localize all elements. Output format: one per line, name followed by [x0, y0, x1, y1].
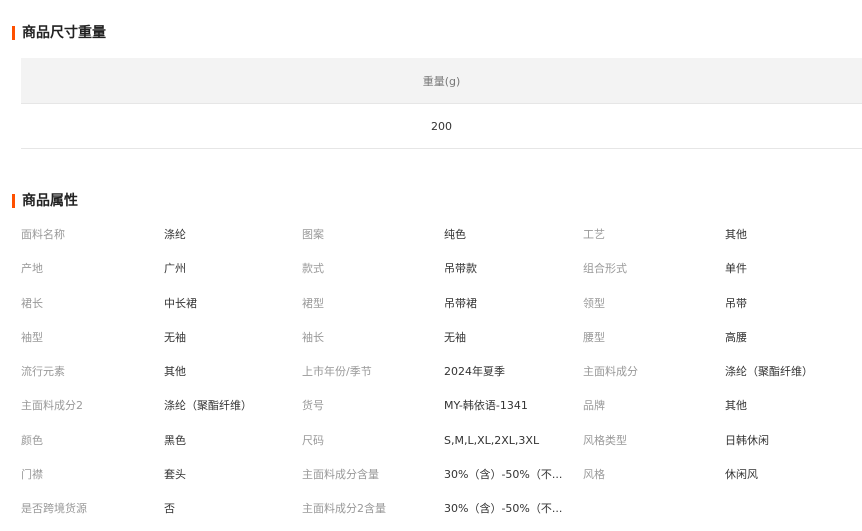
attribute-value: 无袖 — [164, 330, 186, 344]
attribute-label: 图案 — [302, 228, 324, 241]
attribute-label: 是否跨境货源 — [21, 502, 87, 516]
attribute-value: 其他 — [725, 228, 747, 241]
attribute-label: 流行元素 — [21, 365, 65, 379]
attribute-value: 黑色 — [164, 433, 186, 447]
attribute-label: 风格类型 — [583, 433, 627, 447]
attribute-label: 款式 — [302, 262, 324, 276]
attribute-value: 吊带款 — [444, 262, 477, 276]
attribute-label: 组合形式 — [583, 262, 627, 276]
attribute-row: 袖型 无袖 袖长 无袖 腰型 高腰 — [21, 327, 862, 361]
attribute-row: 面料名称 涤纶 图案 纯色 工艺 其他 — [21, 224, 862, 258]
attribute-value: 吊带 — [725, 296, 747, 310]
attribute-value: 无袖 — [444, 330, 466, 344]
attribute-label: 裙长 — [21, 296, 43, 310]
attribute-value: 2024年夏季 — [444, 365, 505, 379]
attribute-value: 其他 — [164, 365, 186, 379]
title-accent-bar — [12, 26, 15, 40]
attribute-label: 主面料成分 — [583, 365, 638, 379]
attribute-value: 中长裙 — [164, 296, 197, 310]
attribute-label: 风格 — [583, 468, 605, 482]
attribute-value: S,M,L,XL,2XL,3XL — [444, 433, 540, 447]
table-row: 200 — [21, 104, 862, 149]
attribute-value: 日韩休闲 — [725, 433, 769, 447]
attribute-section-title: 商品属性 — [12, 193, 78, 209]
attribute-value: 纯色 — [444, 228, 466, 241]
attribute-label: 门襟 — [21, 468, 43, 482]
size-section-title-text: 商品尺寸重量 — [22, 25, 106, 41]
attribute-value: 高腰 — [725, 330, 747, 344]
attribute-value: 涤纶（聚酯纤维） — [164, 399, 252, 413]
attribute-value: 休闲风 — [725, 468, 758, 482]
attribute-label: 主面料成分2含量 — [302, 502, 386, 516]
attribute-label: 领型 — [583, 296, 605, 310]
attribute-label: 裙型 — [302, 296, 324, 310]
attribute-label: 尺码 — [302, 433, 324, 447]
attribute-label: 品牌 — [583, 399, 605, 413]
product-detail-page: 商品尺寸重量 重量(g) 200 商品属性 面料名称 涤纶 图案 纯色 工艺 其他 产地 广州… — [0, 0, 862, 531]
attribute-value: 广州 — [164, 262, 186, 276]
attribute-value: 涤纶（聚酯纤维） — [725, 365, 813, 379]
attribute-row: 颜色 黑色 尺码 S,M,L,XL,2XL,3XL 风格类型 日韩休闲 — [21, 430, 862, 464]
attribute-value: 套头 — [164, 468, 186, 482]
weight-column-header: 重量(g) — [422, 74, 461, 88]
attribute-row: 门襟 套头 主面料成分含量 30%（含）-50%（不... 风格 休闲风 — [21, 464, 862, 498]
attribute-value: 否 — [164, 502, 175, 516]
attribute-value: 吊带裙 — [444, 296, 477, 310]
attribute-row: 裙长 中长裙 裙型 吊带裙 领型 吊带 — [21, 293, 862, 327]
attribute-grid: 面料名称 涤纶 图案 纯色 工艺 其他 产地 广州 款式 吊带款 组合形式 单件 裙长 中长裙 裙型 吊带裙领… — [21, 224, 862, 531]
attribute-value: MY-韩依语-1341 — [444, 399, 528, 413]
attribute-value: 单件 — [725, 262, 747, 276]
weight-value: 200 — [431, 119, 452, 133]
size-weight-table: 重量(g) 200 — [21, 58, 862, 149]
attribute-label: 颜色 — [21, 433, 43, 447]
attribute-label: 货号 — [302, 399, 324, 413]
attribute-label: 工艺 — [583, 228, 605, 241]
attribute-label: 袖型 — [21, 330, 43, 344]
attribute-value: 涤纶 — [164, 228, 186, 241]
attribute-label: 上市年份/季节 — [302, 365, 372, 379]
attribute-value: 30%（含）-50%（不... — [444, 502, 563, 516]
attribute-value: 30%（含）-50%（不... — [444, 468, 563, 482]
attribute-row: 产地 广州 款式 吊带款 组合形式 单件 — [21, 258, 862, 292]
table-header: 重量(g) — [21, 58, 862, 104]
title-accent-bar — [12, 194, 15, 208]
attribute-section-title-text: 商品属性 — [22, 193, 78, 209]
attribute-label: 主面料成分含量 — [302, 468, 379, 482]
attribute-label: 主面料成分2 — [21, 399, 83, 413]
attribute-row: 流行元素 其他 上市年份/季节 2024年夏季 主面料成分 涤纶（聚酯纤维） — [21, 361, 862, 395]
attribute-label: 袖长 — [302, 330, 324, 344]
attribute-row: 主面料成分2 涤纶（聚酯纤维） 货号 MY-韩依语-1341 品牌 其他 — [21, 395, 862, 429]
attribute-value: 其他 — [725, 399, 747, 413]
size-section-title: 商品尺寸重量 — [12, 25, 106, 41]
attribute-label: 产地 — [21, 262, 43, 276]
attribute-label: 腰型 — [583, 330, 605, 344]
attribute-label: 面料名称 — [21, 228, 65, 241]
attribute-row: 是否跨境货源 否 主面料成分2含量 30%（含）-50%（不... — [21, 498, 862, 531]
